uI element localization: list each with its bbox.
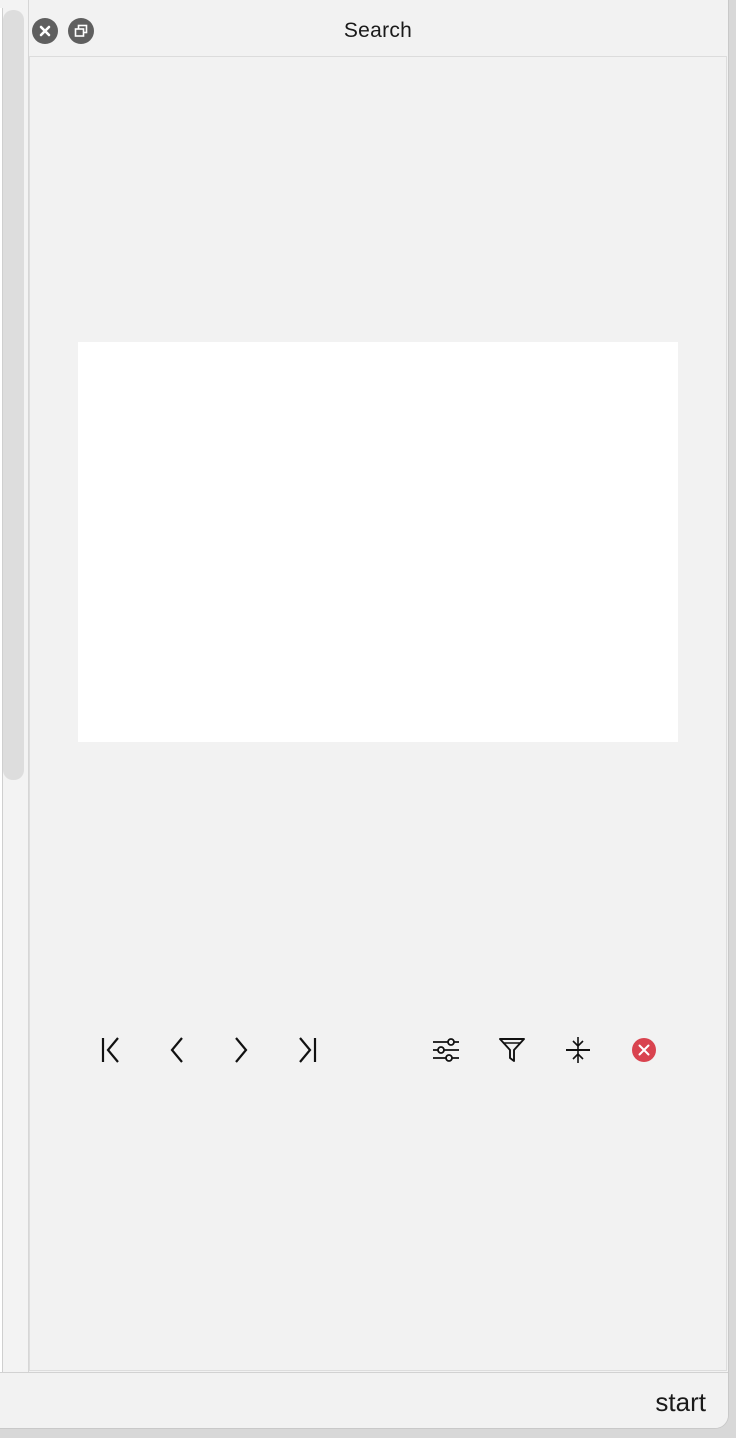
collapse-button[interactable] — [560, 1032, 596, 1068]
filter-icon — [499, 1038, 525, 1062]
first-page-icon — [101, 1037, 119, 1063]
collapse-icon — [566, 1037, 590, 1063]
left-gutter — [0, 0, 29, 1372]
sliders-icon — [433, 1038, 459, 1062]
first-button[interactable] — [92, 1032, 128, 1068]
last-page-icon — [299, 1037, 317, 1063]
search-window: Search start — [0, 0, 729, 1429]
status-bar: start — [0, 1372, 728, 1428]
cancel-circle-icon — [632, 1038, 656, 1062]
title-bar: Search — [29, 0, 727, 57]
previous-button[interactable] — [158, 1032, 194, 1068]
search-panel: Search — [29, 0, 727, 1372]
left-scrollbar[interactable] — [3, 10, 24, 780]
status-text: start — [655, 1387, 706, 1417]
last-button[interactable] — [290, 1032, 326, 1068]
window-title: Search — [343, 19, 413, 42]
chevron-right-icon — [235, 1037, 248, 1063]
preview-area — [78, 342, 678, 742]
filter-button[interactable] — [494, 1032, 530, 1068]
cancel-button[interactable] — [626, 1032, 662, 1068]
next-button[interactable] — [224, 1032, 260, 1068]
options-button[interactable] — [428, 1032, 464, 1068]
chevron-left-icon — [170, 1037, 183, 1063]
